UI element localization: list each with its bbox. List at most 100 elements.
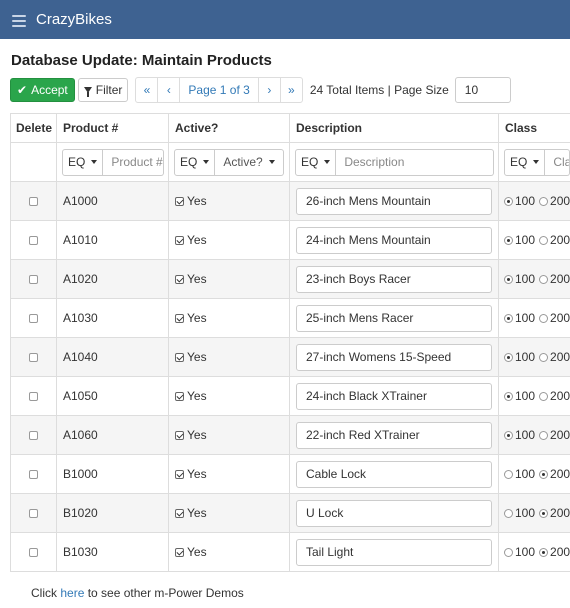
caret-down-icon — [533, 160, 540, 164]
active-checkbox[interactable] — [175, 352, 184, 362]
column-header-class[interactable]: Class — [498, 113, 570, 143]
active-checkbox[interactable] — [175, 547, 184, 557]
pager-next-button[interactable]: › — [257, 77, 281, 103]
table-row: B1020 Yes U Lock 100 200 — [10, 493, 570, 533]
product-cell: A1020 — [56, 259, 169, 299]
class-radio-200[interactable] — [539, 353, 549, 363]
description-input[interactable]: 25-inch Mens Racer — [296, 304, 492, 332]
pager-first-button[interactable]: « — [135, 77, 159, 103]
pager-prev-button[interactable]: ‹ — [157, 77, 181, 103]
description-input[interactable]: 26-inch Mens Mountain — [296, 187, 492, 215]
description-input[interactable]: Cable Lock — [296, 460, 492, 488]
class-radio-100[interactable] — [504, 353, 513, 363]
active-checkbox[interactable] — [175, 430, 184, 440]
delete-checkbox[interactable] — [29, 236, 38, 246]
delete-checkbox[interactable] — [29, 314, 38, 324]
description-cell: Cable Lock — [289, 454, 499, 494]
class-radio-100[interactable] — [504, 275, 513, 285]
active-checkbox[interactable] — [175, 469, 184, 479]
class-radio-200[interactable] — [539, 470, 549, 480]
table-row: B1030 Yes Tail Light 100 200 — [10, 532, 570, 572]
description-input[interactable]: 24-inch Black XTrainer — [296, 382, 492, 410]
product-cell: B1000 — [56, 454, 169, 494]
description-cell: U Lock — [289, 493, 499, 533]
class-radio-200[interactable] — [539, 548, 549, 558]
class-radio-200[interactable] — [539, 236, 549, 246]
class-option-label: 100 — [515, 311, 536, 325]
description-input[interactable]: 22-inch Red XTrainer — [296, 421, 492, 449]
description-cell: 22-inch Red XTrainer — [289, 415, 499, 455]
description-input[interactable]: U Lock — [296, 499, 492, 527]
column-header-product[interactable]: Product # — [56, 113, 169, 143]
active-checkbox[interactable] — [175, 235, 184, 245]
pager-page-label[interactable]: Page 1 of 3 — [179, 77, 259, 103]
active-checkbox[interactable] — [175, 508, 184, 518]
description-filter-input[interactable]: Description — [336, 148, 495, 176]
active-checkbox[interactable] — [175, 196, 184, 206]
pager-last-button[interactable]: » — [279, 77, 303, 103]
description-cell: 27-inch Womens 15-Speed — [289, 337, 499, 377]
column-header-delete[interactable]: Delete — [10, 113, 57, 143]
filter-cell-description: EQ Description — [289, 142, 499, 182]
delete-checkbox[interactable] — [29, 470, 38, 480]
total-items-label: 24 Total Items | Page Size — [309, 83, 449, 97]
description-input[interactable]: 23-inch Boys Racer — [296, 265, 492, 293]
description-input[interactable]: 24-inch Mens Mountain — [296, 226, 492, 254]
description-filter-operator[interactable]: EQ — [295, 148, 337, 176]
accept-button[interactable]: ✔ Accept — [10, 78, 75, 102]
active-cell: Yes — [168, 181, 290, 221]
class-radio-100[interactable] — [504, 197, 513, 207]
brand-name[interactable]: CrazyBikes — [36, 11, 112, 28]
delete-checkbox[interactable] — [29, 431, 38, 441]
class-radio-200[interactable] — [539, 314, 549, 324]
delete-checkbox[interactable] — [29, 197, 38, 207]
description-input[interactable]: 27-inch Womens 15-Speed — [296, 343, 492, 371]
class-radio-100[interactable] — [504, 548, 513, 558]
class-option-label: 200 — [550, 233, 570, 247]
active-label: Yes — [187, 428, 207, 442]
product-cell: A1040 — [56, 337, 169, 377]
product-filter-operator[interactable]: EQ — [62, 148, 104, 176]
class-radio-200[interactable] — [539, 431, 549, 441]
active-filter-operator[interactable]: EQ — [174, 148, 216, 176]
class-radio-100[interactable] — [504, 236, 513, 246]
column-header-description[interactable]: Description — [289, 113, 499, 143]
class-radio-100[interactable] — [504, 314, 513, 324]
product-cell: B1030 — [56, 532, 169, 572]
table-row: A1030 Yes 25-inch Mens Racer 100 200 — [10, 298, 570, 338]
product-filter-input[interactable]: Product # — [103, 148, 165, 176]
class-radio-200[interactable] — [539, 197, 549, 207]
class-radio-100[interactable] — [504, 392, 513, 402]
active-checkbox[interactable] — [175, 313, 184, 323]
class-radio-200[interactable] — [539, 509, 549, 519]
description-input[interactable]: Tail Light — [296, 538, 492, 566]
active-label: Yes — [187, 467, 207, 481]
class-filter-operator[interactable]: EQ — [504, 148, 546, 176]
class-radio-200[interactable] — [539, 392, 549, 402]
delete-cell — [10, 220, 57, 260]
filter-button[interactable]: Filter — [77, 78, 129, 102]
class-radio-100[interactable] — [504, 470, 513, 480]
page-size-input[interactable]: 10 — [454, 77, 511, 103]
caret-down-icon — [91, 160, 98, 164]
active-checkbox[interactable] — [175, 391, 184, 401]
class-radio-100[interactable] — [504, 509, 513, 519]
active-cell: Yes — [168, 376, 290, 416]
delete-checkbox[interactable] — [29, 353, 38, 363]
class-option-label: 200 — [550, 428, 570, 442]
class-option-label: 200 — [550, 272, 570, 286]
delete-checkbox[interactable] — [29, 392, 38, 402]
delete-checkbox[interactable] — [29, 509, 38, 519]
class-radio-100[interactable] — [504, 431, 513, 441]
active-checkbox[interactable] — [175, 274, 184, 284]
demos-link[interactable]: here — [60, 586, 84, 600]
class-filter-input[interactable]: Class — [545, 148, 570, 176]
active-filter-select[interactable]: Active? — [215, 148, 285, 176]
class-radio-200[interactable] — [539, 275, 549, 285]
caret-down-icon — [203, 160, 210, 164]
delete-checkbox[interactable] — [29, 548, 38, 558]
delete-checkbox[interactable] — [29, 275, 38, 285]
hamburger-icon[interactable] — [12, 14, 26, 27]
column-header-active[interactable]: Active? — [168, 113, 290, 143]
active-label: Yes — [187, 389, 207, 403]
